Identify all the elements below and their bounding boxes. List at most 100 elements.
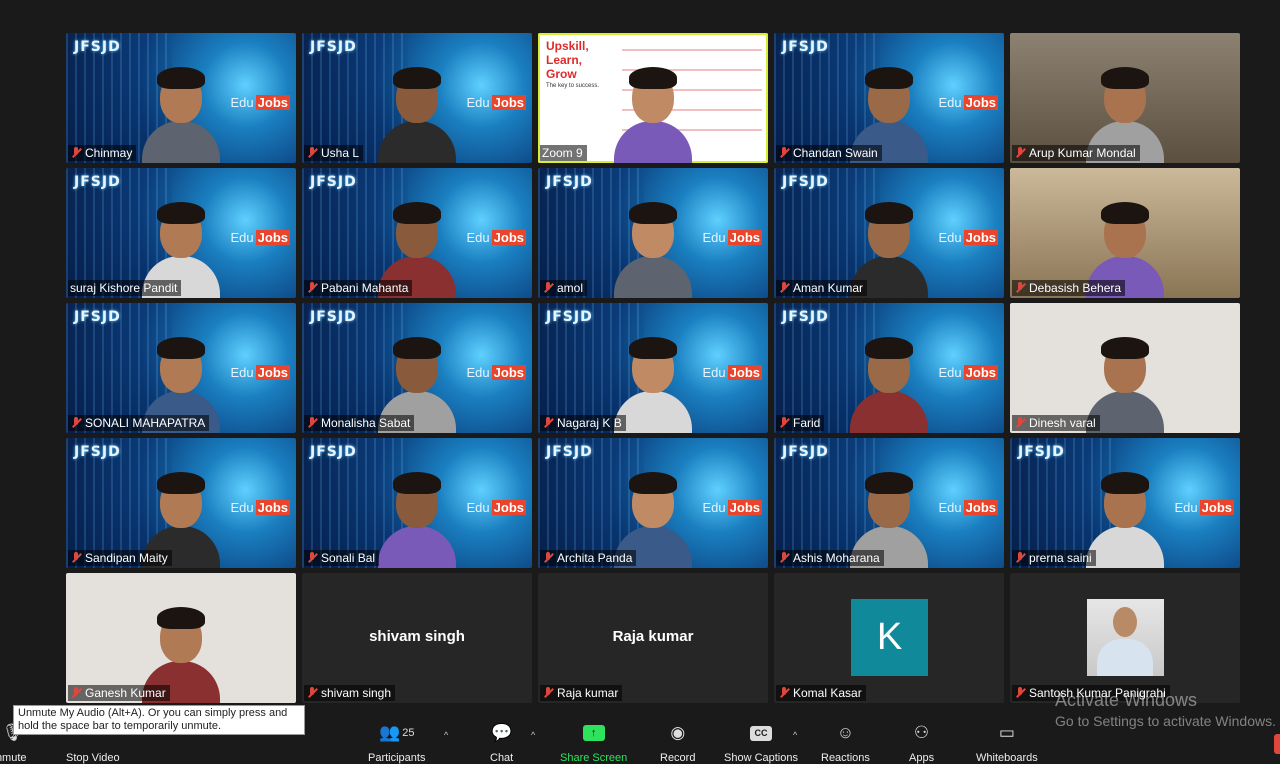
participant-nameplate: Zoom 9	[540, 145, 587, 161]
participant-tile[interactable]: JFSJD Edu Jobs suraj Kishore Pandit	[66, 168, 296, 298]
participants-icon: 👥 25	[379, 723, 415, 742]
participant-tile[interactable]: JFSJD Edu Jobs SONALI MAHAPATRA	[66, 303, 296, 433]
microphone-muted-icon	[70, 417, 82, 429]
apps-button[interactable]: ⚇ Apps	[909, 722, 934, 764]
microphone-muted-icon	[1014, 552, 1026, 564]
participant-name: Chandan Swain	[793, 146, 878, 160]
participant-name: Ganesh Kumar	[85, 686, 166, 700]
participant-tile[interactable]: JFSJD Edu Jobs prerna saini	[1010, 438, 1240, 568]
edujobs-logo: Edu Jobs	[702, 230, 762, 245]
participant-name: Komal Kasar	[793, 686, 862, 700]
participant-name: Dinesh varal	[1029, 416, 1096, 430]
participant-tile[interactable]: JFSJD Edu Jobs Pabani Mahanta	[302, 168, 532, 298]
participant-nameplate: Komal Kasar	[776, 685, 866, 701]
participants-chevron-up-icon[interactable]: ^	[444, 730, 448, 740]
microphone-muted-icon	[306, 282, 318, 294]
microphone-muted-icon	[778, 147, 790, 159]
participant-video-figure	[378, 63, 456, 163]
participant-video-figure	[614, 63, 692, 163]
participant-tile[interactable]: JFSJD Edu Jobs Chandan Swain	[774, 33, 1004, 163]
participant-name: Sonali Bal	[321, 551, 376, 565]
participant-nameplate: Archita Panda	[540, 550, 637, 566]
closed-captions-icon: CC	[750, 722, 772, 744]
participant-nameplate: Debasish Behera	[1012, 280, 1126, 296]
edujobs-logo: Edu Jobs	[1174, 500, 1234, 515]
participant-tile[interactable]: JFSJD Edu Jobs Sandipan Maity	[66, 438, 296, 568]
edujobs-logo: Edu Jobs	[230, 95, 290, 110]
participant-video-figure	[142, 63, 220, 163]
participant-name: Usha L	[321, 146, 360, 160]
event-logo: JFSJD	[546, 174, 593, 190]
participant-tile[interactable]: Raja kumar Raja kumar	[538, 573, 768, 703]
share-screen-button[interactable]: ↑ Share Screen	[560, 722, 627, 764]
smiley-plus-icon: ☺	[836, 723, 855, 742]
participant-video-figure	[850, 333, 928, 433]
participant-name: shivam singh	[321, 686, 392, 700]
edujobs-logo: Edu Jobs	[938, 365, 998, 380]
watermark-subtitle: Go to Settings to activate Windows.	[1055, 713, 1276, 729]
chat-chevron-up-icon[interactable]: ^	[531, 730, 535, 740]
microphone-muted-icon	[306, 417, 318, 429]
participant-tile[interactable]: JFSJD Edu Jobs Aman Kumar	[774, 168, 1004, 298]
participant-name: Nagaraj K B	[557, 416, 622, 430]
captions-chevron-up-icon[interactable]: ^	[793, 730, 797, 740]
participant-tile[interactable]: Debasish Behera	[1010, 168, 1240, 298]
event-logo: JFSJD	[74, 309, 121, 325]
participant-tile[interactable]: Ganesh Kumar	[66, 573, 296, 703]
participant-tile[interactable]: JFSJD Edu Jobs Usha L	[302, 33, 532, 163]
participant-name: amol	[557, 281, 584, 295]
participant-nameplate: Sonali Bal	[304, 550, 380, 566]
edujobs-logo: Edu Jobs	[466, 230, 526, 245]
participant-nameplate: shivam singh	[304, 685, 396, 701]
show-captions-button[interactable]: CC Show Captions	[724, 722, 798, 764]
participant-tile[interactable]: JFSJD Edu Jobs Ashis Moharana	[774, 438, 1004, 568]
unmute-tooltip: Unmute My Audio (Alt+A). Or you can simp…	[13, 705, 305, 735]
share-screen-icon: ↑	[582, 722, 605, 744]
microphone-muted-icon	[306, 147, 318, 159]
participant-tile[interactable]: Arup Kumar Mondal	[1010, 33, 1240, 163]
event-logo: JFSJD	[1018, 444, 1065, 460]
apps-icon: ⚇	[913, 723, 930, 742]
chat-button[interactable]: 💬 Chat	[490, 722, 513, 764]
participant-tile[interactable]: JFSJD Edu Jobs Sonali Bal	[302, 438, 532, 568]
participant-tile[interactable]: JFSJD Edu Jobs Farid	[774, 303, 1004, 433]
event-logo: JFSJD	[74, 174, 121, 190]
participant-tile[interactable]: JFSJD Edu Jobs Nagaraj K B	[538, 303, 768, 433]
participant-name: Sandipan Maity	[85, 551, 168, 565]
participants-button[interactable]: 👥 25 Participants	[368, 722, 425, 764]
participant-name: SONALI MAHAPATRA	[85, 416, 206, 430]
participant-name: suraj Kishore Pandit	[70, 281, 178, 295]
event-logo: JFSJD	[310, 39, 357, 55]
participant-tile[interactable]: Santosh Kumar Panigrahi	[1010, 573, 1240, 703]
participant-nameplate: Usha L	[304, 145, 364, 161]
whiteboards-button[interactable]: ▭ Whiteboards	[976, 722, 1038, 764]
participant-tile[interactable]: JFSJD Edu Jobs amol	[538, 168, 768, 298]
reactions-button[interactable]: ☺ Reactions	[821, 722, 870, 764]
participant-tile[interactable]: JFSJD Edu Jobs Archita Panda	[538, 438, 768, 568]
microphone-muted-icon	[778, 282, 790, 294]
microphone-muted-icon	[542, 687, 554, 699]
participant-tile[interactable]: JFSJD Edu Jobs Chinmay	[66, 33, 296, 163]
microphone-muted-icon	[778, 687, 790, 699]
avatar	[1087, 599, 1164, 676]
event-logo: JFSJD	[74, 39, 121, 55]
watermark-title: Activate Windows	[1055, 690, 1198, 710]
participant-tile[interactable]: Dinesh varal	[1010, 303, 1240, 433]
participant-tile[interactable]: Upskill, Learn, Grow The key to success. Zoo…	[538, 33, 768, 163]
participant-tile[interactable]: JFSJD Edu Jobs Monalisha Sabat	[302, 303, 532, 433]
edujobs-logo: Edu Jobs	[466, 95, 526, 110]
participant-tile[interactable]: shivam singh shivam singh	[302, 573, 532, 703]
event-logo: JFSJD	[782, 444, 829, 460]
record-icon: ◉	[670, 723, 686, 742]
side-indicator	[1274, 734, 1280, 754]
participant-nameplate: Aman Kumar	[776, 280, 868, 296]
participant-name: Zoom 9	[542, 146, 583, 160]
microphone-muted-icon	[542, 282, 554, 294]
participant-nameplate: amol	[540, 280, 588, 296]
event-logo: JFSJD	[546, 309, 593, 325]
microphone-muted-icon	[1014, 687, 1026, 699]
participant-tile[interactable]: K Komal Kasar	[774, 573, 1004, 703]
record-button[interactable]: ◉ Record	[660, 722, 695, 764]
microphone-muted-icon	[70, 552, 82, 564]
edujobs-logo: Edu Jobs	[702, 500, 762, 515]
